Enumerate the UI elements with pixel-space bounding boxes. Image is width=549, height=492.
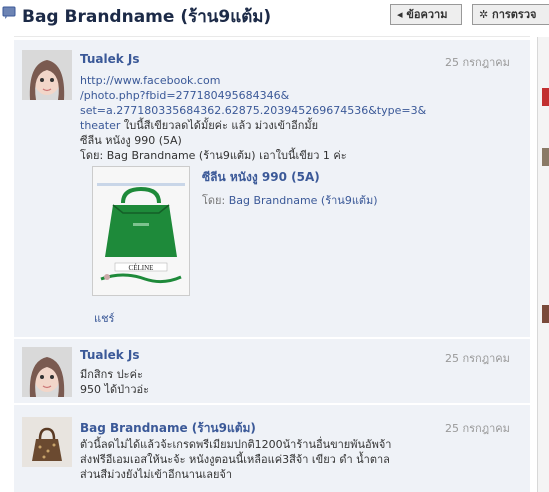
author-name[interactable]: Bag Brandname (ร้าน9แต้ม): [80, 419, 256, 438]
photo-link[interactable]: set=a.277180335684362.62875.203945269674…: [80, 104, 426, 117]
attachment-title[interactable]: ซีลีน หนังงู 990 (5A): [202, 168, 320, 187]
message-text: ส่งฟรีอีเอมเอสให้นะจ้ะ หนังงูตอนนี้เหลือ…: [80, 453, 390, 466]
message-button[interactable]: ◂ ข้อความ: [390, 4, 462, 25]
message-text: 950 ได้ป่าวอ่ะ: [80, 383, 150, 396]
page-title: Bag Brandname (ร้าน9แต้ม): [22, 7, 272, 27]
message-item: Tualek Js 25 กรกฎาคม http://www.facebook…: [14, 40, 530, 337]
message-text: มีกสิกร ปะค่ะ: [80, 368, 143, 381]
attachment-source: โดย: Bag Brandname (ร้าน9แต้ม): [202, 194, 378, 207]
conversation-header: Bag Brandname (ร้าน9แต้ม) ◂ ข้อความ ✲ กา…: [0, 0, 549, 33]
message-item: Bag Brandname (ร้าน9แต้ม) 25 กรกฎาคม ตัว…: [14, 405, 530, 492]
avatar[interactable]: [22, 50, 72, 100]
timestamp: 25 กรกฎาคม: [445, 422, 510, 435]
avatar[interactable]: [22, 347, 72, 397]
author-name[interactable]: Tualek Js: [80, 348, 140, 362]
message-text: โดย: Bag Brandname (ร้าน9แต้ม) เอาใบนี้เ…: [80, 149, 347, 162]
timestamp: 25 กรกฎาคม: [445, 56, 510, 69]
attachment-source-link[interactable]: Bag Brandname (ร้าน9แต้ม): [229, 194, 378, 207]
header-divider: [14, 36, 530, 37]
message-text: ซีลีน หนังงู 990 (5A): [80, 134, 182, 147]
sidebar-ad-image[interactable]: [542, 88, 549, 106]
avatar[interactable]: [22, 417, 72, 467]
share-link[interactable]: แชร์: [94, 309, 114, 327]
message-item: Tualek Js 25 กรกฎาคม มีกสิกร ปะค่ะ 950 ไ…: [14, 339, 530, 403]
message-text: ใบนี้สีเขียวลดได้มั้ยค่ะ แล้ว ม่วงเข้าอี…: [120, 119, 319, 132]
author-name[interactable]: Tualek Js: [80, 52, 140, 66]
message-text: ตัวนี้ลดไม่ได้แล้วจ้ะเกรดพรีเมียมปกติ120…: [80, 438, 392, 451]
thumbnail-brand-text: CÉLINE: [129, 264, 154, 272]
message-body: มีกสิกร ปะค่ะ 950 ได้ป่าวอ่ะ: [80, 367, 149, 397]
photo-link[interactable]: /photo.php?fbid=277180495684346&: [80, 89, 289, 102]
photo-link[interactable]: theater: [80, 119, 120, 132]
photo-link[interactable]: http://www.facebook.com: [80, 74, 220, 87]
sidebar-ad-image[interactable]: [542, 148, 549, 166]
message-body: ตัวนี้ลดไม่ได้แล้วจ้ะเกรดพรีเมียมปกติ120…: [80, 437, 391, 482]
settings-button[interactable]: ✲ การตรวจ: [472, 4, 549, 25]
message-body: http://www.facebook.com /photo.php?fbid=…: [80, 73, 500, 163]
sidebar-ad-image[interactable]: [542, 305, 549, 323]
timestamp: 25 กรกฎาคม: [445, 352, 510, 365]
chat-bubble-icon: [2, 6, 16, 19]
attachment-thumbnail[interactable]: CÉLINE: [92, 166, 190, 296]
message-text: ส่วนสีม่วงยังไม่เข้าอีกนานเลยจ้า: [80, 468, 233, 481]
